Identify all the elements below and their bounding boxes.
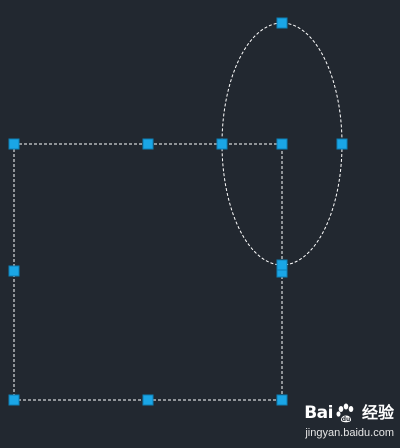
selected-rectangle[interactable]: [13, 143, 283, 401]
grip-mid-left[interactable]: [8, 265, 20, 277]
grip-ellipse-quadrant-right[interactable]: [336, 138, 348, 150]
watermark-product: 经验: [361, 403, 394, 422]
grip-mid-bottom[interactable]: [142, 394, 154, 406]
watermark-url: jingyan.baidu.com: [305, 427, 394, 439]
baidu-jingyan-watermark: Bai du 经验 jingyan.baidu.com: [272, 400, 394, 440]
grip-mid-top[interactable]: [142, 138, 154, 150]
svg-text:du: du: [342, 416, 351, 423]
watermark-logo-row: Bai du 经验: [272, 400, 394, 426]
paw-icon: du: [336, 403, 354, 423]
grip-corner-bottom-left[interactable]: [8, 394, 20, 406]
drawing-canvas[interactable]: [0, 0, 400, 448]
grip-ellipse-quadrant-bottom[interactable]: [276, 259, 288, 271]
grip-ellipse-quadrant-top[interactable]: [276, 17, 288, 29]
grip-corner-top-left[interactable]: [8, 138, 20, 150]
grip-ellipse-quadrant-left[interactable]: [216, 138, 228, 150]
grip-corner-top-right[interactable]: [276, 138, 288, 150]
watermark-brand-left: Bai: [304, 403, 333, 423]
rectangle-grips: [8, 138, 288, 406]
